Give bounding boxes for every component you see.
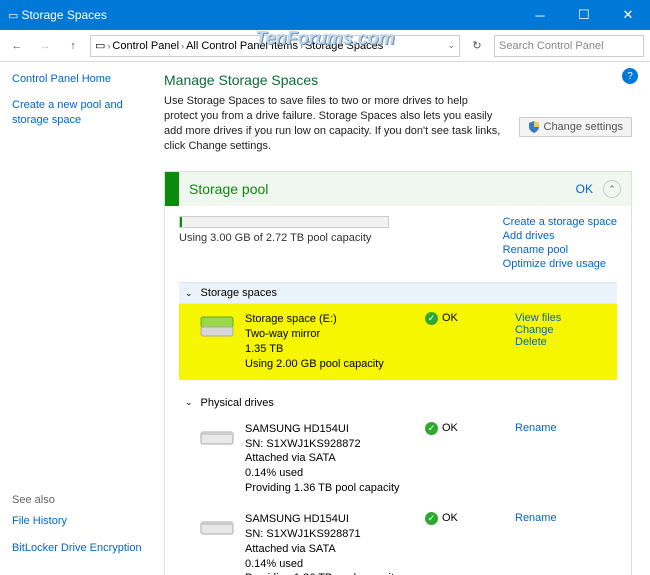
- pool-body: Using 3.00 GB of 2.72 TB pool capacity C…: [165, 206, 631, 575]
- physical-drive-item: SAMSUNG HD154UI SN: S1XWJ1KS928872 Attac…: [179, 414, 617, 504]
- section-drives-header[interactable]: ⌄ Physical drives: [179, 392, 617, 414]
- drive-icon: [197, 422, 237, 452]
- chevron-down-icon[interactable]: ⌄: [447, 40, 455, 51]
- see-also-link[interactable]: File History: [12, 514, 152, 528]
- main-content: ? Manage Storage Spaces Use Storage Spac…: [160, 62, 650, 575]
- space-link[interactable]: Change: [515, 324, 617, 336]
- drive-link[interactable]: Rename: [515, 512, 617, 524]
- sidebar-home-link[interactable]: Control Panel Home: [12, 72, 148, 86]
- physical-drive-item: SAMSUNG HD154UI SN: S1XWJ1KS928871 Attac…: [179, 504, 617, 575]
- maximize-button[interactable]: ☐: [562, 0, 606, 30]
- change-settings-label: Change settings: [544, 121, 624, 133]
- drive-attach: Attached via SATA: [245, 542, 425, 557]
- space-type: Two-way mirror: [245, 327, 425, 342]
- space-status: ✓ OK: [425, 312, 515, 371]
- space-size: 1.35 TB: [245, 342, 425, 357]
- drive-icon: [197, 512, 237, 542]
- window-title: Storage Spaces: [21, 8, 518, 22]
- chevron-right-icon: ›: [181, 41, 184, 51]
- chevron-right-icon: ›: [300, 41, 303, 51]
- drive-sn: SN: S1XWJ1KS928871: [245, 527, 425, 542]
- breadcrumb[interactable]: ▭ › Control Panel › All Control Panel It…: [90, 35, 460, 57]
- navbar: ← → ↑ ▭ › Control Panel › All Control Pa…: [0, 30, 650, 62]
- chevron-right-icon: ›: [107, 41, 110, 51]
- space-link[interactable]: View files: [515, 312, 617, 324]
- chevron-down-icon: ⌄: [185, 397, 193, 408]
- pool-link[interactable]: Rename pool: [503, 244, 617, 256]
- drive-link[interactable]: Rename: [515, 422, 617, 434]
- storage-space-item: Storage space (E:) Two-way mirror 1.35 T…: [179, 304, 617, 379]
- page-description: Use Storage Spaces to save files to two …: [164, 94, 504, 153]
- pool-name: Storage pool: [179, 181, 576, 197]
- see-also-link[interactable]: BitLocker Drive Encryption: [12, 541, 152, 555]
- drive-attach: Attached via SATA: [245, 451, 425, 466]
- sidebar: Control Panel Home Create a new pool and…: [0, 62, 160, 575]
- see-also: See also File History BitLocker Drive En…: [12, 494, 152, 567]
- refresh-button[interactable]: ↻: [466, 35, 488, 57]
- drive-providing: Providing 1.36 TB pool capacity: [245, 571, 425, 575]
- forward-button[interactable]: →: [34, 35, 56, 57]
- section-spaces-header[interactable]: ⌄ Storage spaces: [179, 282, 617, 304]
- back-button[interactable]: ←: [6, 35, 28, 57]
- pool-link[interactable]: Create a storage space: [503, 216, 617, 228]
- pool-card: Storage pool OK ⌃ Using 3.00 GB of 2.72 …: [164, 171, 632, 575]
- ok-icon: ✓: [425, 312, 438, 325]
- change-settings-button[interactable]: Change settings: [519, 117, 633, 137]
- drive-status: ✓ OK: [425, 512, 515, 575]
- drive-actions: Rename: [515, 512, 617, 575]
- status-text: OK: [442, 422, 458, 434]
- drive-used: 0.14% used: [245, 466, 425, 481]
- drive-info: SAMSUNG HD154UI SN: S1XWJ1KS928871 Attac…: [245, 512, 425, 575]
- pool-link[interactable]: Add drives: [503, 230, 617, 242]
- capacity-block: Using 3.00 GB of 2.72 TB pool capacity: [179, 216, 503, 270]
- section-drives-label: Physical drives: [201, 397, 274, 409]
- up-button[interactable]: ↑: [62, 35, 84, 57]
- search-input[interactable]: Search Control Panel: [494, 35, 644, 57]
- shield-icon: [528, 121, 540, 133]
- titlebar: ▭ Storage Spaces ─ ☐ ✕: [0, 0, 650, 30]
- pool-link[interactable]: Optimize drive usage: [503, 258, 617, 270]
- space-name: Storage space (E:): [245, 312, 425, 327]
- breadcrumb-item[interactable]: Storage Spaces: [305, 40, 383, 52]
- pool-actions: Create a storage space Add drives Rename…: [503, 216, 617, 270]
- help-icon[interactable]: ?: [622, 68, 638, 84]
- drive-sn: SN: S1XWJ1KS928872: [245, 437, 425, 452]
- app-icon: ▭: [8, 9, 18, 22]
- drive-actions: Rename: [515, 422, 617, 496]
- drive-name: SAMSUNG HD154UI: [245, 422, 425, 437]
- drive-used: 0.14% used: [245, 557, 425, 572]
- space-actions: View files Change Delete: [515, 312, 617, 371]
- ok-icon: ✓: [425, 512, 438, 525]
- status-text: OK: [442, 512, 458, 524]
- sidebar-create-link[interactable]: Create a new pool and storage space: [12, 98, 148, 127]
- minimize-button[interactable]: ─: [518, 0, 562, 30]
- capacity-bar: [179, 216, 389, 228]
- section-spaces-label: Storage spaces: [201, 287, 277, 299]
- pool-header: Storage pool OK ⌃: [165, 172, 631, 206]
- capacity-label: Using 3.00 GB of 2.72 TB pool capacity: [179, 232, 503, 244]
- drive-status: ✓ OK: [425, 422, 515, 496]
- breadcrumb-item[interactable]: Control Panel: [112, 40, 179, 52]
- ok-icon: ✓: [425, 422, 438, 435]
- space-link[interactable]: Delete: [515, 336, 617, 348]
- status-text: OK: [442, 312, 458, 324]
- close-button[interactable]: ✕: [606, 0, 650, 30]
- capacity-bar-fill: [180, 217, 182, 227]
- page-title: Manage Storage Spaces: [164, 72, 632, 88]
- breadcrumb-icon: ▭: [95, 39, 105, 52]
- see-also-label: See also: [12, 494, 152, 506]
- drive-name: SAMSUNG HD154UI: [245, 512, 425, 527]
- chevron-down-icon: ⌄: [185, 288, 193, 299]
- space-using: Using 2.00 GB pool capacity: [245, 357, 425, 372]
- search-placeholder: Search Control Panel: [499, 40, 604, 52]
- breadcrumb-item[interactable]: All Control Panel Items: [186, 40, 298, 52]
- collapse-button[interactable]: ⌃: [603, 180, 621, 198]
- pool-status: OK: [576, 182, 593, 196]
- drive-info: SAMSUNG HD154UI SN: S1XWJ1KS928872 Attac…: [245, 422, 425, 496]
- pool-accent-bar: [165, 172, 179, 206]
- drive-providing: Providing 1.36 TB pool capacity: [245, 481, 425, 496]
- space-info: Storage space (E:) Two-way mirror 1.35 T…: [245, 312, 425, 371]
- drive-icon: [197, 312, 237, 342]
